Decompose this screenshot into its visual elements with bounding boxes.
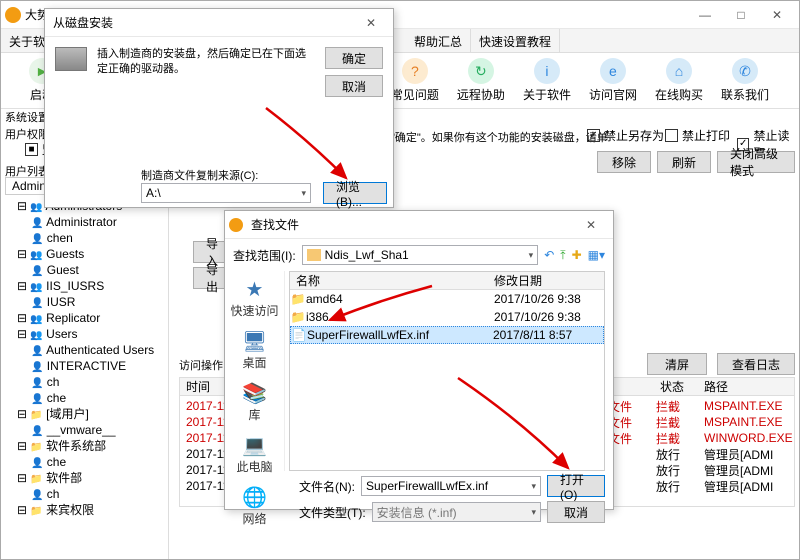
ie-icon: e xyxy=(600,58,626,84)
ftype-label: 文件类型(T): xyxy=(299,504,366,521)
label-perm: 用户权限 xyxy=(5,126,49,142)
install-cancel-button[interactable]: 取消 xyxy=(325,75,383,97)
browse-dialog: 查找文件 ✕ 查找范围(I): Ndis_Lwf_Sha1▾ ↶ ⤒ ✚ ▦▾ … xyxy=(224,210,614,510)
toolbar-about[interactable]: i关于软件 xyxy=(523,58,571,103)
range-label: 查找范围(I): xyxy=(233,247,296,264)
chevron-down-icon: ▾ xyxy=(301,188,306,199)
toolbar-website[interactable]: e访问官网 xyxy=(589,58,637,103)
tree-node[interactable]: 👤 che xyxy=(3,391,166,407)
place-item[interactable]: 💻此电脑 xyxy=(236,433,272,475)
tree-node[interactable]: 👤 IUSR xyxy=(3,295,166,311)
places-bar: ★快速访问🖥桌面📚库💻此电脑🌐网络 xyxy=(225,271,285,471)
viewlog-button[interactable]: 查看日志 xyxy=(717,353,795,375)
fname-input[interactable]: SuperFirewallLwfEx.inf▾ xyxy=(361,476,541,496)
info-icon: i xyxy=(534,58,560,84)
tree-node[interactable]: 👤 ch xyxy=(3,375,166,391)
tree-node[interactable]: ⊟ 👥 Replicator xyxy=(3,311,166,327)
folder-icon xyxy=(307,249,321,261)
toolbar-buy[interactable]: ⌂在线购买 xyxy=(655,58,703,103)
tree-node[interactable]: 👤 ch xyxy=(3,487,166,503)
refresh-icon: ↻ xyxy=(468,58,494,84)
remove-button[interactable]: 移除 xyxy=(597,151,651,173)
browse-cancel-button[interactable]: 取消 xyxy=(547,501,605,523)
question-icon: ? xyxy=(402,58,428,84)
tree-node[interactable]: 👤 Guest xyxy=(3,263,166,279)
chevron-down-icon: ▾ xyxy=(529,250,534,261)
close-adv-button[interactable]: 关闭高级模式 xyxy=(717,151,795,173)
tree-node[interactable]: ⊟ 👥 Users xyxy=(3,327,166,343)
refresh-button[interactable]: 刷新 xyxy=(657,151,711,173)
browse-titlebar: 查找文件 ✕ xyxy=(225,211,613,239)
place-item[interactable]: 🌐网络 xyxy=(242,485,267,527)
browse-close-button[interactable]: ✕ xyxy=(573,214,609,236)
browse-title: 查找文件 xyxy=(247,216,573,233)
install-title: 从磁盘安装 xyxy=(49,14,353,31)
install-msg: 插入制造商的安装盘，然后确定已在下面选定正确的驱动器。 xyxy=(97,47,315,97)
tab-quick[interactable]: 快速设置教程 xyxy=(471,29,560,52)
tree-node[interactable]: 👤 Administrator xyxy=(3,215,166,231)
toolbar-contact[interactable]: ✆联系我们 xyxy=(721,58,769,103)
tree-node[interactable]: ⊟ 👥 IIS_IUSRS xyxy=(3,279,166,295)
up-icon[interactable]: ⤒ xyxy=(560,248,565,263)
maximize-button[interactable]: □ xyxy=(723,4,759,26)
tree-node[interactable]: ⊟ 📁 [域用户] xyxy=(3,407,166,423)
app-icon xyxy=(229,218,243,232)
tree-node[interactable]: ⊟ 👥 Guests xyxy=(3,247,166,263)
folder-select[interactable]: Ndis_Lwf_Sha1▾ xyxy=(302,245,539,265)
minimize-button[interactable]: — xyxy=(687,4,723,26)
file-row[interactable]: 📄SuperFirewallLwfEx.inf2017/8/11 8:57 xyxy=(290,326,604,344)
col-status: 状态 xyxy=(660,378,704,395)
tree-node[interactable]: 👤 chen xyxy=(3,231,166,247)
tree-node[interactable]: 👤 che xyxy=(3,455,166,471)
col-date[interactable]: 修改日期 xyxy=(494,272,604,289)
fname-label: 文件名(N): xyxy=(299,478,355,495)
tree-node[interactable]: ⊟ 📁 来宾权限 xyxy=(3,503,166,519)
check-deny-save[interactable]: ✓禁止另存为 xyxy=(587,127,664,144)
phone-icon: ✆ xyxy=(732,58,758,84)
home-icon: ⌂ xyxy=(666,58,692,84)
toolbar-remote[interactable]: ↻远程协助 xyxy=(457,58,505,103)
newfolder-icon[interactable]: ✚ xyxy=(572,248,582,262)
tree-node[interactable]: 👤 INTERACTIVE xyxy=(3,359,166,375)
user-tree[interactable]: ⊟ 👥 Administrators👤 Administrator👤 chen⊟… xyxy=(1,197,169,559)
check-deny-print[interactable]: 禁止打印 xyxy=(665,127,730,144)
tree-node[interactable]: 👤 __vmware__ xyxy=(3,423,166,439)
install-ok-button[interactable]: 确定 xyxy=(325,47,383,69)
open-button[interactable]: 打开(O) xyxy=(547,475,605,497)
browse-button[interactable]: 浏览(B)... xyxy=(323,182,387,204)
tree-node[interactable]: ⊟ 📁 软件系统部 xyxy=(3,439,166,455)
label-sys: 系统设置 xyxy=(5,109,49,125)
toolbar-faq[interactable]: ?常见问题 xyxy=(391,58,439,103)
src-label: 制造商文件复制来源(C): xyxy=(141,167,258,183)
app-icon xyxy=(5,7,21,23)
col-name[interactable]: 名称 xyxy=(290,272,494,289)
install-dialog: 从磁盘安装 ✕ 插入制造商的安装盘，然后确定已在下面选定正确的驱动器。 确定 取… xyxy=(44,8,394,208)
close-button[interactable]: ✕ xyxy=(759,4,795,26)
place-item[interactable]: 🖥桌面 xyxy=(242,329,267,371)
ftype-select[interactable]: 安装信息 (*.inf)▾ xyxy=(372,502,541,522)
place-item[interactable]: 📚库 xyxy=(242,381,267,423)
tree-node[interactable]: ⊟ 📁 软件部 xyxy=(3,471,166,487)
src-path-select[interactable]: A:\▾ xyxy=(141,183,311,203)
clearscreen-button[interactable]: 清屏 xyxy=(647,353,707,375)
file-row[interactable]: 📁i3862017/10/26 9:38 xyxy=(290,308,604,326)
install-titlebar: 从磁盘安装 ✕ xyxy=(45,9,393,37)
tab-help[interactable]: 帮助汇总 xyxy=(406,29,471,52)
file-row[interactable]: 📁amd642017/10/26 9:38 xyxy=(290,290,604,308)
tree-node[interactable]: 👤 Authenticated Users xyxy=(3,343,166,359)
place-item[interactable]: ★快速访问 xyxy=(230,277,278,319)
hint-text: "确定"。如果你有这个功能的安装磁盘，请单 xyxy=(391,129,608,145)
disk-icon xyxy=(55,47,87,71)
col-path: 路径 xyxy=(704,378,794,395)
views-icon[interactable]: ▦▾ xyxy=(588,248,605,262)
install-close-button[interactable]: ✕ xyxy=(353,12,389,34)
back-icon[interactable]: ↶ xyxy=(544,248,554,262)
